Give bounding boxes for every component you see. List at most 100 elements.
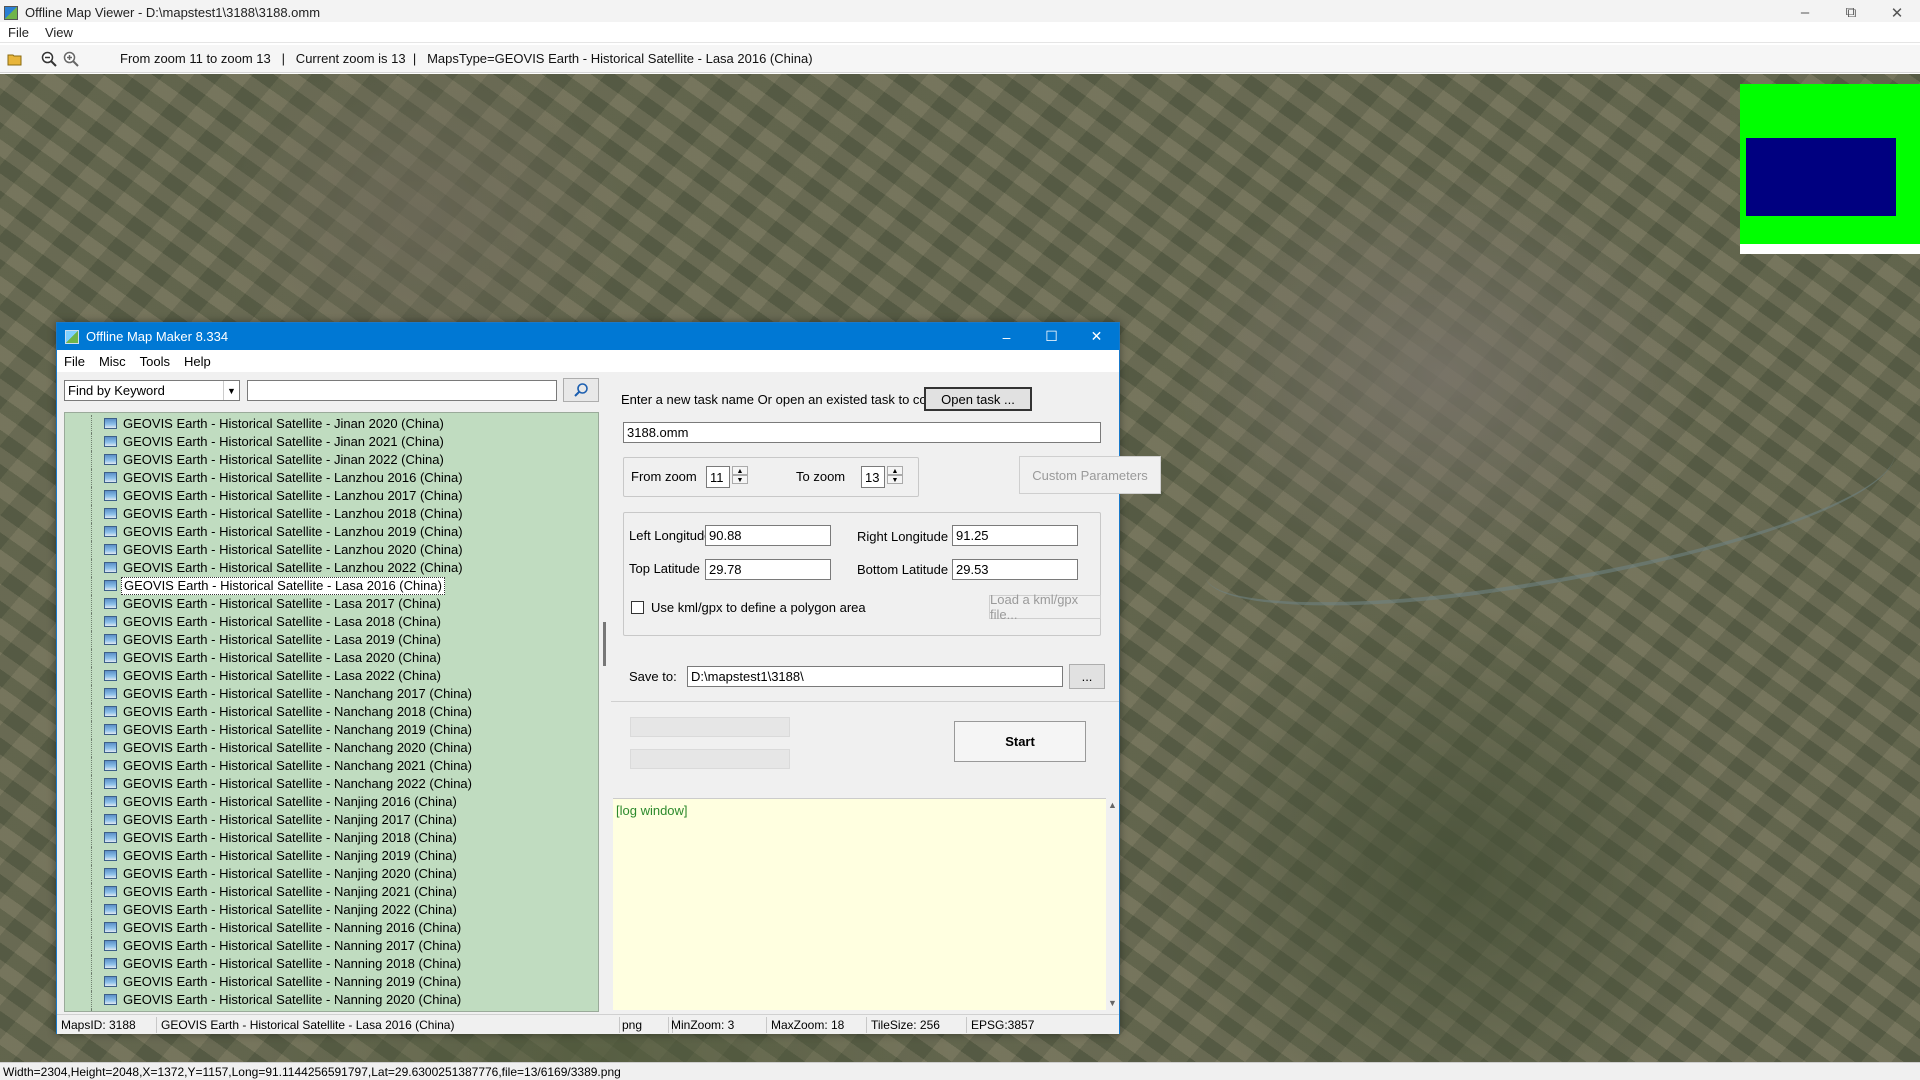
map-type-tree[interactable]: GEOVIS Earth - Historical Satellite - Ji… (64, 412, 599, 1012)
tree-item[interactable]: GEOVIS Earth - Historical Satellite - Na… (65, 793, 598, 811)
start-button[interactable]: Start (954, 721, 1086, 762)
tree-item[interactable]: GEOVIS Earth - Historical Satellite - Na… (65, 1009, 598, 1011)
map-layer-icon (104, 904, 117, 915)
tree-item[interactable]: GEOVIS Earth - Historical Satellite - La… (65, 469, 598, 487)
status-maps-id: MapsID: 3188 (59, 1017, 157, 1033)
map-layer-icon (104, 868, 117, 879)
tree-item[interactable]: GEOVIS Earth - Historical Satellite - Na… (65, 757, 598, 775)
load-kml-button[interactable]: Load a kml/gpx file... (989, 592, 1101, 622)
keyword-input[interactable] (247, 380, 557, 401)
maker-menu-file[interactable]: File (57, 354, 92, 369)
save-path-input[interactable]: D:\mapstest1\3188\ (687, 666, 1063, 687)
left-longitude-input[interactable]: 90.88 (705, 525, 831, 546)
tree-item[interactable]: GEOVIS Earth - Historical Satellite - La… (65, 541, 598, 559)
maker-menu-tools[interactable]: Tools (133, 354, 177, 369)
to-zoom-label: To zoom (796, 469, 846, 484)
status-epsg: EPSG:3857 (971, 1018, 1035, 1032)
tree-item-label: GEOVIS Earth - Historical Satellite - Na… (123, 758, 472, 773)
to-zoom-input[interactable]: 13 (861, 466, 885, 488)
status-max-zoom: MaxZoom: 18 (769, 1017, 867, 1033)
tree-item[interactable]: GEOVIS Earth - Historical Satellite - Na… (65, 991, 598, 1009)
tree-item[interactable]: GEOVIS Earth - Historical Satellite - La… (65, 613, 598, 631)
tree-item[interactable]: GEOVIS Earth - Historical Satellite - La… (65, 487, 598, 505)
tree-item[interactable]: GEOVIS Earth - Historical Satellite - Na… (65, 685, 598, 703)
search-mode-select[interactable]: Find by Keyword ▼ (64, 380, 240, 401)
tree-item[interactable]: GEOVIS Earth - Historical Satellite - Na… (65, 775, 598, 793)
scroll-up-icon[interactable]: ▲ (1108, 800, 1117, 810)
zoom-in-icon[interactable] (60, 48, 82, 70)
spin-up-icon[interactable]: ▲ (887, 466, 903, 475)
tree-item-label: GEOVIS Earth - Historical Satellite - Na… (123, 794, 457, 809)
map-layer-icon (104, 418, 117, 429)
menu-view[interactable]: View (37, 25, 81, 40)
folder-open-icon[interactable] (4, 48, 26, 70)
tree-item-label: GEOVIS Earth - Historical Satellite - La… (123, 542, 463, 557)
tree-item[interactable]: GEOVIS Earth - Historical Satellite - Na… (65, 883, 598, 901)
tree-item[interactable]: GEOVIS Earth - Historical Satellite - Na… (65, 721, 598, 739)
search-button[interactable] (563, 378, 599, 402)
spin-up-icon[interactable]: ▲ (732, 466, 748, 475)
spin-down-icon[interactable]: ▼ (887, 475, 903, 484)
tree-item[interactable]: GEOVIS Earth - Historical Satellite - Na… (65, 901, 598, 919)
tree-item[interactable]: GEOVIS Earth - Historical Satellite - La… (65, 577, 598, 595)
scroll-down-icon[interactable]: ▼ (1108, 998, 1117, 1008)
tree-item[interactable]: GEOVIS Earth - Historical Satellite - Na… (65, 811, 598, 829)
chevron-down-icon[interactable]: ▼ (223, 381, 239, 400)
tree-item-label: GEOVIS Earth - Historical Satellite - La… (123, 614, 441, 629)
zoom-out-icon[interactable] (38, 48, 60, 70)
tree-item[interactable]: GEOVIS Earth - Historical Satellite - Na… (65, 973, 598, 991)
task-name-input[interactable]: 3188.omm (623, 422, 1101, 443)
zoom-info-text: From zoom 11 to zoom 13 | Current zoom i… (120, 51, 813, 66)
status-format: png (619, 1017, 669, 1033)
from-zoom-stepper[interactable]: ▲ ▼ (732, 466, 748, 484)
top-latitude-input[interactable]: 29.78 (705, 559, 831, 580)
tree-item[interactable]: GEOVIS Earth - Historical Satellite - La… (65, 559, 598, 577)
tree-item-label: GEOVIS Earth - Historical Satellite - La… (123, 632, 441, 647)
menu-file[interactable]: File (0, 25, 37, 40)
tree-item[interactable]: GEOVIS Earth - Historical Satellite - La… (65, 505, 598, 523)
maker-minimize-icon[interactable]: – (984, 323, 1029, 350)
tree-item[interactable]: GEOVIS Earth - Historical Satellite - Na… (65, 829, 598, 847)
custom-parameters-button[interactable]: Custom Parameters (1019, 456, 1161, 494)
tree-item[interactable]: GEOVIS Earth - Historical Satellite - Na… (65, 919, 598, 937)
browse-button[interactable]: ... (1069, 664, 1105, 689)
tree-scrollbar[interactable] (599, 412, 611, 1012)
right-longitude-input[interactable]: 91.25 (952, 525, 1078, 546)
polygon-checkbox[interactable] (631, 601, 644, 614)
maker-maximize-icon[interactable]: ☐ (1029, 323, 1074, 350)
tree-item[interactable]: GEOVIS Earth - Historical Satellite - Ji… (65, 451, 598, 469)
open-task-button[interactable]: Open task ... (924, 387, 1032, 411)
spin-down-icon[interactable]: ▼ (732, 475, 748, 484)
tree-item[interactable]: GEOVIS Earth - Historical Satellite - Na… (65, 937, 598, 955)
maker-menu-misc[interactable]: Misc (92, 354, 133, 369)
tree-item[interactable]: GEOVIS Earth - Historical Satellite - La… (65, 595, 598, 613)
maker-close-icon[interactable]: ✕ (1074, 323, 1119, 350)
tree-guide-line (91, 883, 92, 901)
maker-menu-help[interactable]: Help (177, 354, 218, 369)
log-scrollbar[interactable]: ▲ ▼ (1106, 798, 1119, 1010)
tree-item[interactable]: GEOVIS Earth - Historical Satellite - Na… (65, 865, 598, 883)
tree-item[interactable]: GEOVIS Earth - Historical Satellite - Ji… (65, 415, 598, 433)
tree-item[interactable]: GEOVIS Earth - Historical Satellite - Na… (65, 847, 598, 865)
maker-title: Offline Map Maker 8.334 (86, 329, 229, 344)
tree-item-label: GEOVIS Earth - Historical Satellite - Na… (123, 812, 457, 827)
tree-item[interactable]: GEOVIS Earth - Historical Satellite - La… (65, 667, 598, 685)
tree-item[interactable]: GEOVIS Earth - Historical Satellite - Na… (65, 739, 598, 757)
map-source-panel: Find by Keyword ▼ GEOVIS Earth - Histori… (57, 372, 607, 1012)
from-zoom-input[interactable]: 11 (706, 466, 730, 488)
tree-item[interactable]: GEOVIS Earth - Historical Satellite - Na… (65, 955, 598, 973)
tree-item[interactable]: GEOVIS Earth - Historical Satellite - La… (65, 631, 598, 649)
tree-item[interactable]: GEOVIS Earth - Historical Satellite - La… (65, 649, 598, 667)
tree-scrollbar-thumb[interactable] (603, 622, 606, 666)
viewer-title: Offline Map Viewer - D:\mapstest1\3188\3… (25, 5, 321, 20)
overview-map[interactable] (1740, 84, 1920, 254)
bottom-latitude-input[interactable]: 29.53 (952, 559, 1078, 580)
tree-guide-line (91, 937, 92, 955)
tree-item[interactable]: GEOVIS Earth - Historical Satellite - La… (65, 523, 598, 541)
tree-item[interactable]: GEOVIS Earth - Historical Satellite - Ji… (65, 433, 598, 451)
to-zoom-stepper[interactable]: ▲ ▼ (887, 466, 903, 484)
log-window[interactable]: [log window] (613, 798, 1106, 1010)
tree-guide-line (91, 919, 92, 937)
overview-viewport[interactable] (1746, 138, 1896, 216)
tree-item[interactable]: GEOVIS Earth - Historical Satellite - Na… (65, 703, 598, 721)
